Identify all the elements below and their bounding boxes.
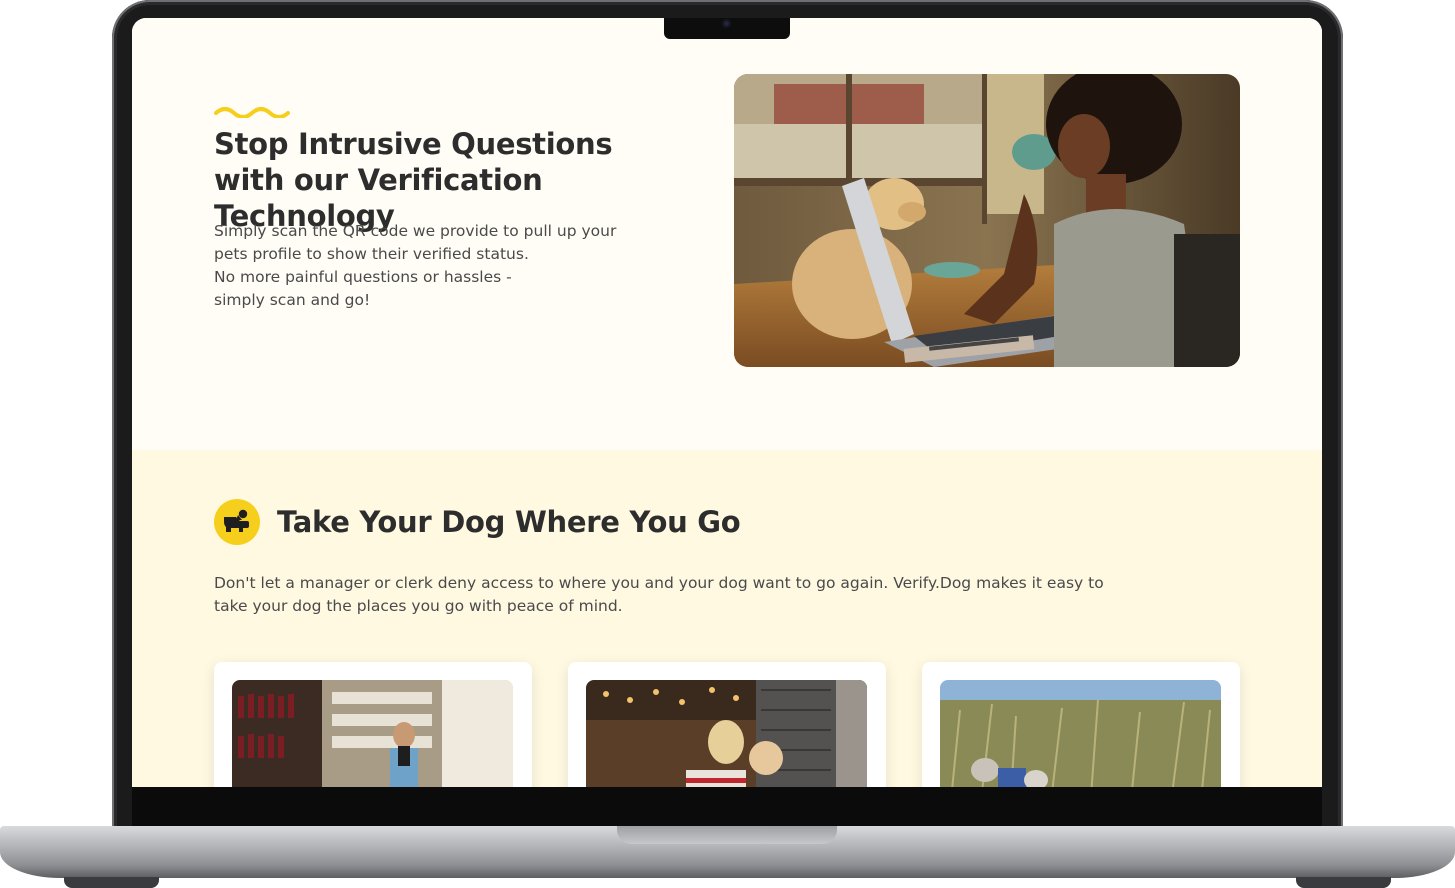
intro-line: simply scan and go!	[214, 291, 371, 309]
section-description: Don't let a manager or clerk deny access…	[214, 574, 1104, 615]
laptop-bezel	[132, 787, 1322, 829]
laptop-foot-left	[64, 877, 159, 888]
laptop-hinge-notch	[617, 826, 837, 844]
card-photo	[940, 680, 1221, 787]
section-title: Take Your Dog Where You Go	[277, 505, 741, 539]
card-photo	[586, 680, 867, 787]
location-card[interactable]	[568, 662, 886, 787]
camera-notch	[664, 18, 790, 39]
webcam-icon	[722, 19, 731, 28]
intro-line: No more painful questions or hassles -	[214, 268, 512, 286]
dog-icon	[214, 499, 260, 545]
screen: Stop Intrusive Questions with our Verifi…	[132, 18, 1322, 787]
intro-line: Simply scan the QR code we provide to pu…	[214, 222, 617, 240]
section-intro: Simply scan the QR code we provide to pu…	[214, 220, 634, 312]
card-photo	[232, 680, 513, 787]
take-your-dog-section: Take Your Dog Where You Go Don't let a m…	[132, 450, 1322, 787]
location-card[interactable]	[214, 662, 532, 787]
laptop-foot-right	[1296, 877, 1391, 888]
section-title: Stop Intrusive Questions with our Verifi…	[214, 127, 613, 233]
verification-section: Stop Intrusive Questions with our Verifi…	[132, 18, 1322, 450]
hero-photo	[734, 74, 1240, 367]
location-card[interactable]	[922, 662, 1240, 787]
squiggle-decoration-icon	[214, 107, 290, 118]
laptop-mockup: Stop Intrusive Questions with our Verifi…	[0, 0, 1455, 888]
intro-line: pets profile to show their verified stat…	[214, 245, 529, 263]
